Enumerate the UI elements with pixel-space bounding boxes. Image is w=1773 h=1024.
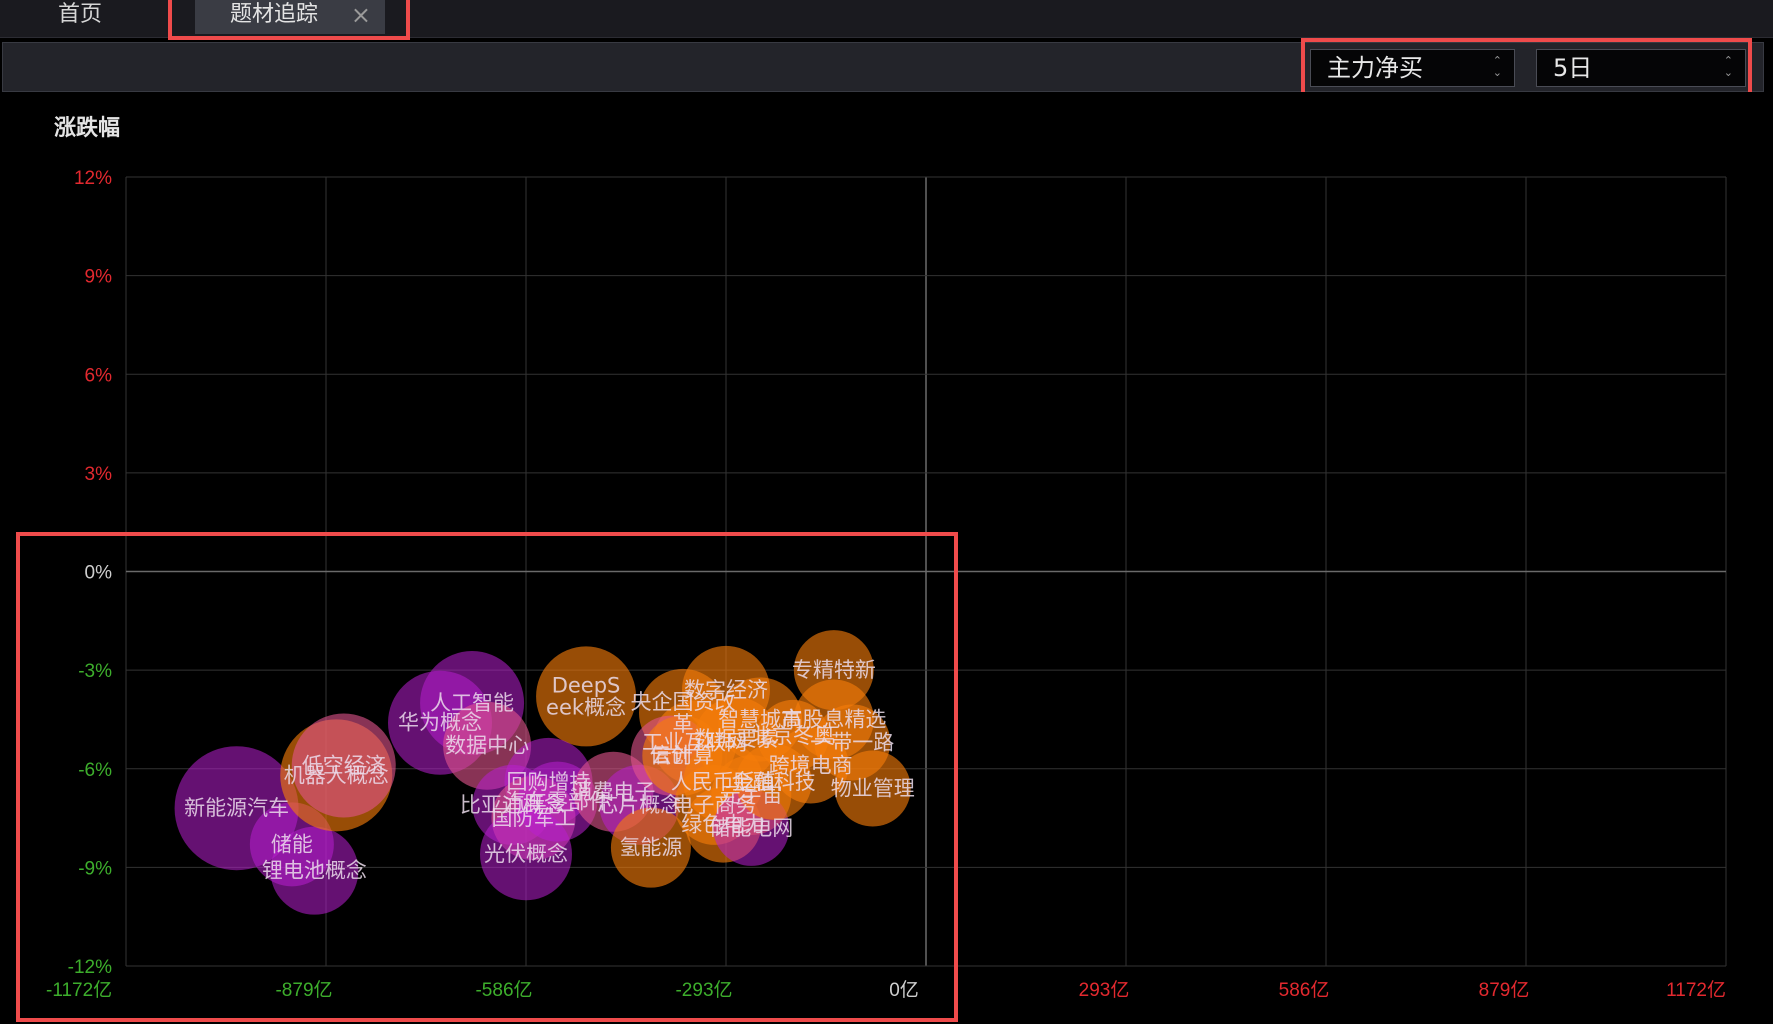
x-tick-label: -879亿 [275, 979, 332, 1001]
bubble-chart-panel: 涨跌幅 12% 9% 6% 3% 0% -3% -6% -9% -12% -1172亿 -879亿 -… [2, 92, 1764, 1024]
metric-select[interactable]: 主力净买 ⌃ ⌄ [1310, 49, 1515, 87]
y-tick-label: 3% [85, 464, 113, 485]
x-tick-label: -1172亿 [46, 979, 112, 1001]
bubble-label: 储能电网 [709, 816, 793, 840]
bubble-label: 专精特新 [792, 658, 876, 682]
close-icon[interactable]: × [351, 0, 371, 30]
bubble-label: 低空经济 [302, 753, 386, 777]
bubble-label: 光伏概念 [484, 842, 568, 866]
bubble-label: 数字经济 [684, 678, 768, 702]
updown-chevron-icon: ⌃ ⌄ [1492, 54, 1502, 79]
y-tick-label: 9% [85, 267, 113, 288]
bubble-label: 物业管理 [831, 776, 915, 800]
toolbar: 主力净买 ⌃ ⌄ 5日 ⌃ ⌄ [2, 42, 1764, 92]
bubble-label: DeepS eek概念 [546, 673, 626, 719]
period-select[interactable]: 5日 ⌃ ⌄ [1536, 49, 1746, 87]
tab-bar: 首页 题材追踪 × [0, 0, 1773, 38]
bubble-chart: 12% 9% 6% 3% 0% -3% -6% -9% -12%-1172亿 -879亿 -586亿… [46, 168, 1727, 1001]
y-tick-label: -3% [78, 661, 112, 682]
tab-theme-tracking-label: 题材追踪 [230, 2, 319, 27]
metric-select-value: 主力净买 [1327, 54, 1423, 82]
x-tick-label: 586亿 [1279, 979, 1330, 1001]
x-tick-label: 879亿 [1479, 979, 1530, 1001]
x-tick-label: -586亿 [475, 979, 532, 1001]
bubble-label: 新能源汽车 [184, 796, 289, 820]
x-tick-label: 0亿 [889, 979, 919, 1001]
y-tick-label: 6% [85, 365, 113, 386]
tab-home[interactable]: 首页 [58, 0, 168, 34]
bubble-label: 锂电池概念 [262, 859, 367, 883]
bubble-label: 储能 [271, 832, 313, 856]
x-tick-label: 293亿 [1079, 979, 1130, 1001]
bubble-label: 芯片概念 [597, 793, 681, 817]
tab-theme-tracking[interactable]: 题材追踪 × [195, 0, 385, 34]
updown-chevron-icon: ⌃ ⌄ [1723, 54, 1733, 79]
bubble-label: 数据中心 [445, 734, 529, 758]
x-tick-label: 1172亿 [1666, 979, 1726, 1001]
bubble-label: 一带一路 [810, 730, 894, 754]
period-select-value: 5日 [1553, 54, 1593, 82]
y-tick-label: 12% [74, 168, 112, 189]
y-tick-label: -6% [78, 760, 112, 781]
bubble-label: 跨境电商 [769, 753, 853, 777]
y-tick-label: 0% [85, 563, 113, 584]
bubble-label: 氢能源 [619, 836, 682, 860]
y-tick-label: -12% [68, 957, 112, 978]
x-tick-label: -293亿 [675, 979, 732, 1001]
y-tick-label: -9% [78, 858, 112, 879]
bubble-label: 人工智能 [430, 691, 514, 715]
